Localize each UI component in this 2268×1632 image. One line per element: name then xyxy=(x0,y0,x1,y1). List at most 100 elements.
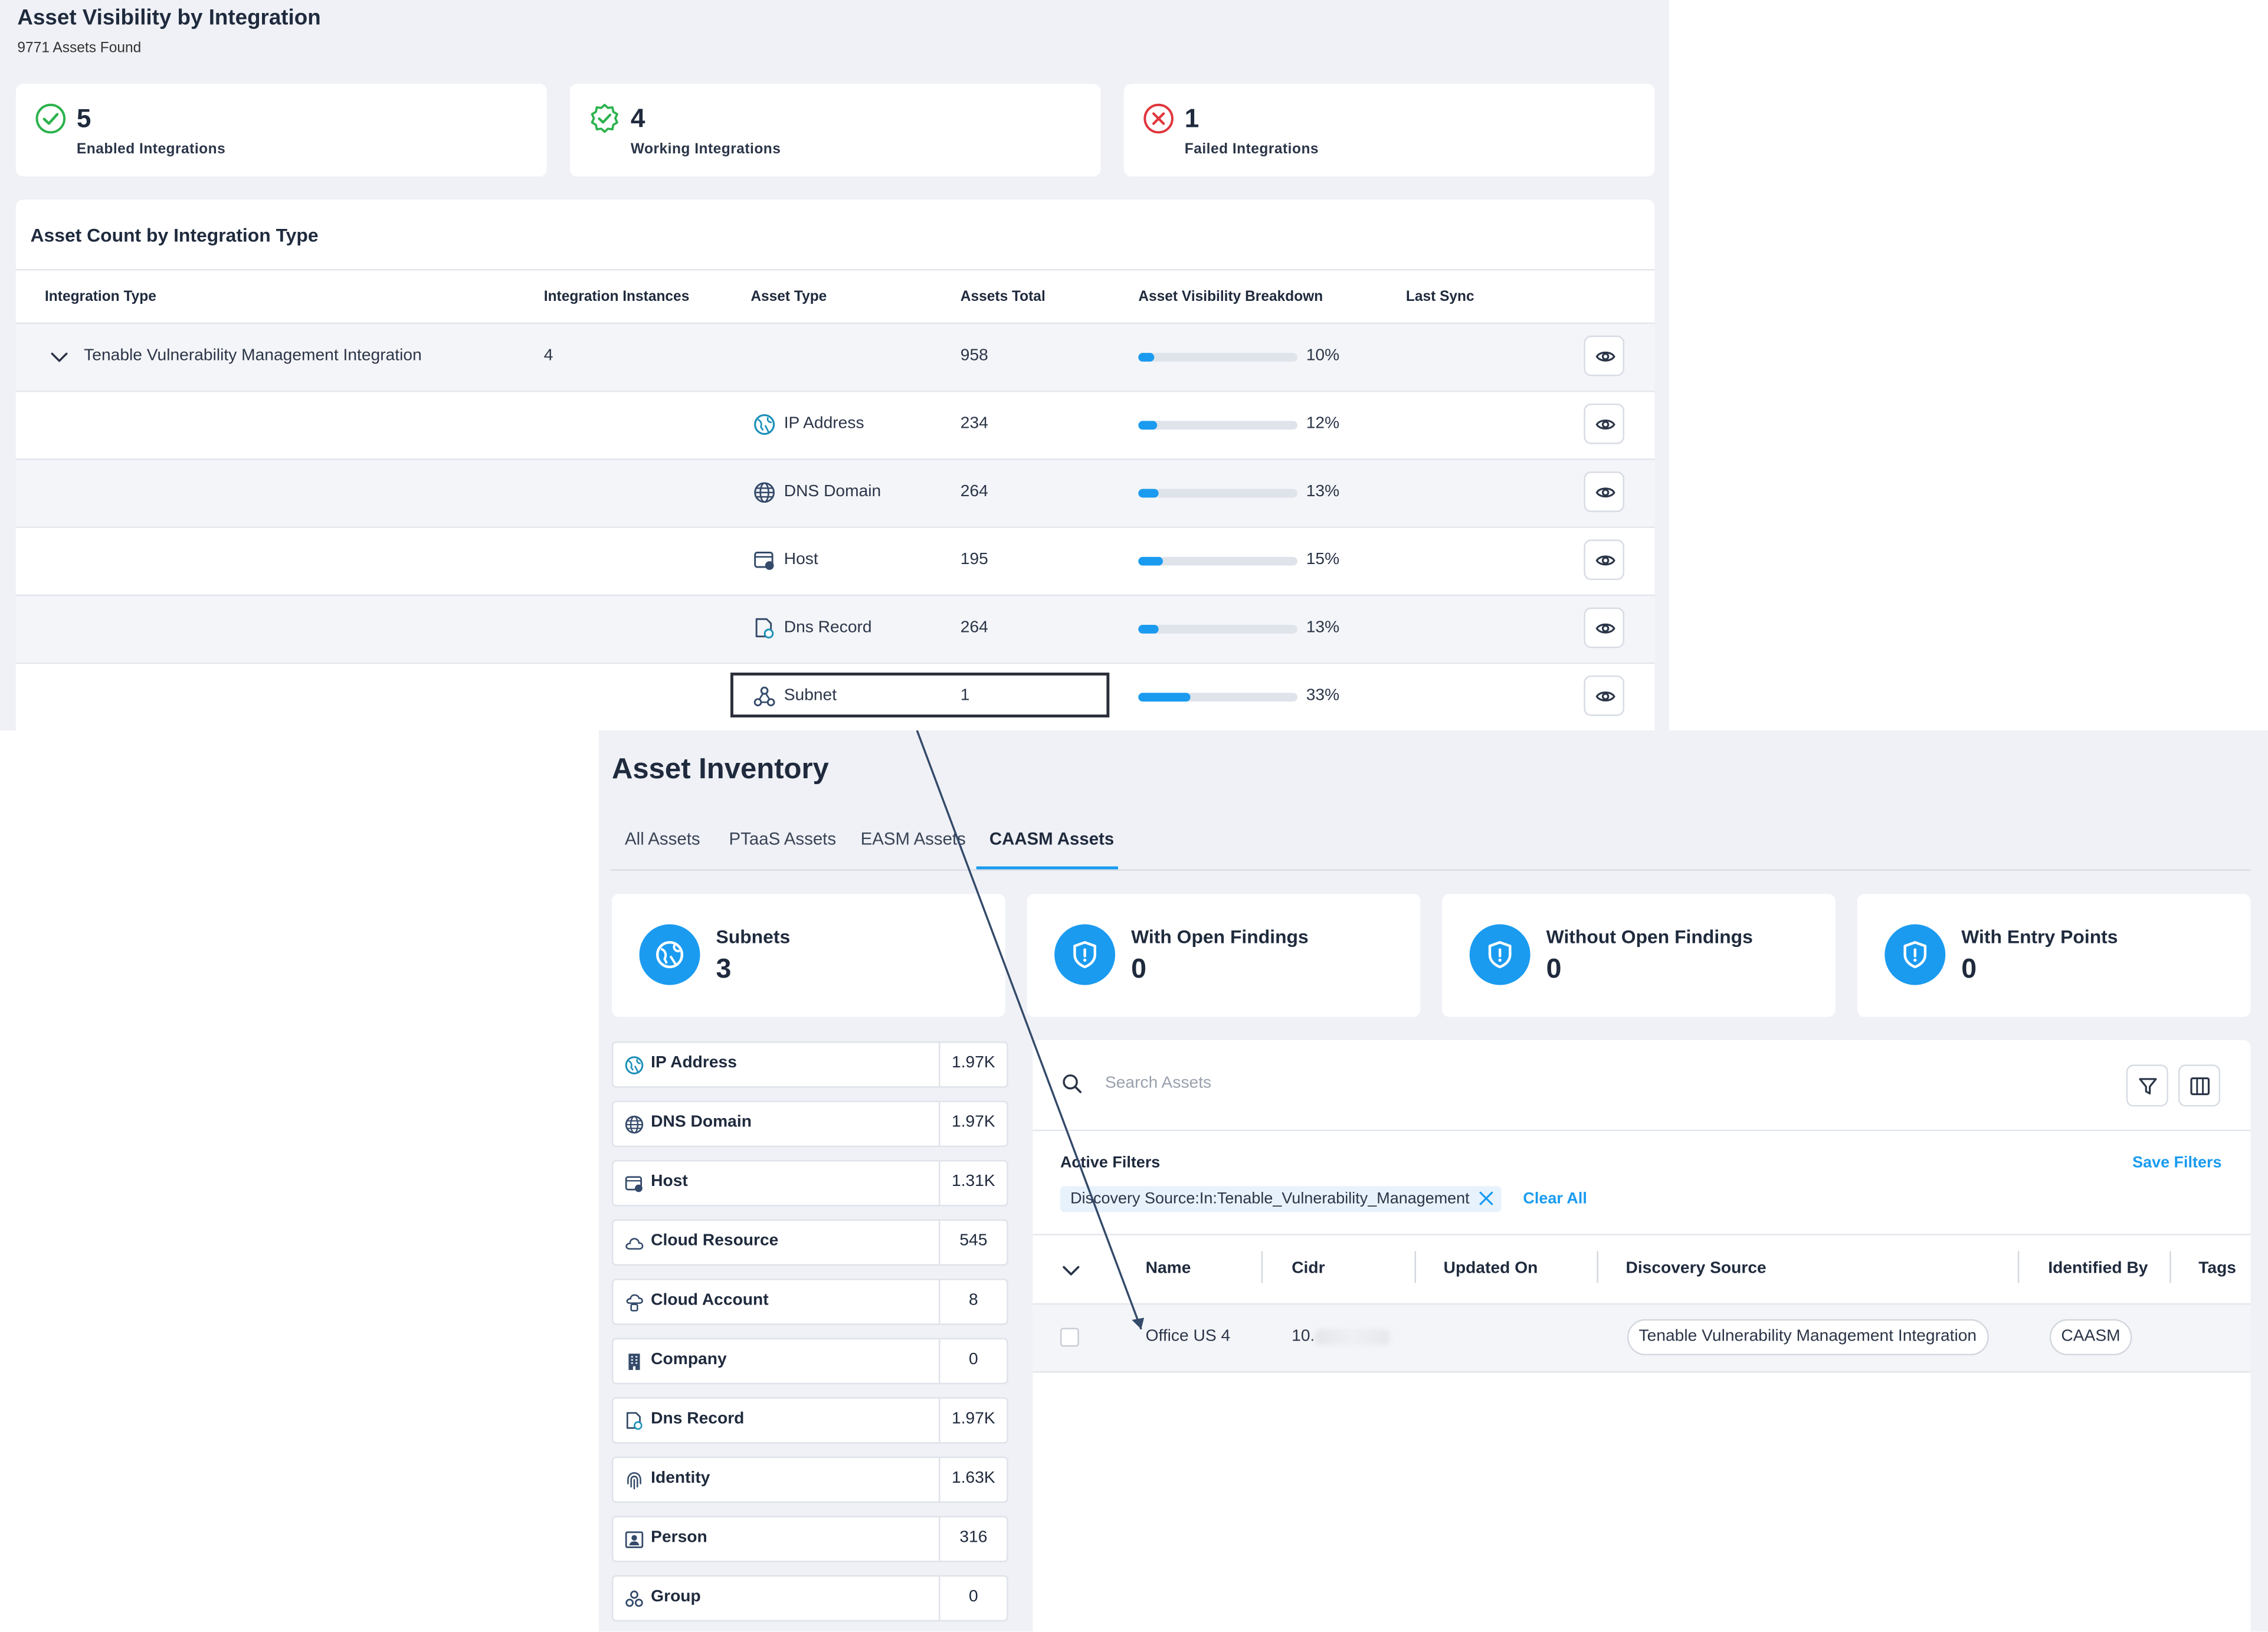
shield-alert-icon xyxy=(1488,940,1512,969)
assets-total: 234 xyxy=(960,415,988,432)
column-header-asset-type[interactable]: Asset Type xyxy=(750,289,827,305)
assets-total: 195 xyxy=(960,551,988,569)
subnets-kpi-card[interactable]: Subnets 3 xyxy=(611,894,1005,1017)
dns-domain-globe-icon xyxy=(625,1115,644,1134)
asset-type-label: Cloud Account xyxy=(651,1292,769,1309)
failed-x-circle-icon xyxy=(1143,103,1174,134)
column-header-updated-on[interactable]: Updated On xyxy=(1444,1260,1538,1277)
column-header-name[interactable]: Name xyxy=(1146,1260,1191,1277)
asset-type-label: Company xyxy=(651,1351,727,1369)
search-input[interactable] xyxy=(1104,1066,1828,1101)
stat-value: 4 xyxy=(630,104,645,133)
view-button[interactable] xyxy=(1584,539,1625,581)
table-row[interactable]: Host 195 15% xyxy=(15,526,1655,594)
dns-record-icon xyxy=(755,618,774,639)
filter-chip-label: Discovery Source:In:Tenable_Vulnerabilit… xyxy=(1070,1190,1470,1208)
close-icon[interactable] xyxy=(1478,1191,1494,1207)
column-header-tags[interactable]: Tags xyxy=(2198,1260,2236,1277)
view-button[interactable] xyxy=(1584,675,1625,716)
tab-easm-assets[interactable]: EASM Assets xyxy=(861,829,966,849)
clear-all-link[interactable]: Clear All xyxy=(1523,1191,1587,1208)
column-header-cidr[interactable]: Cidr xyxy=(1292,1260,1325,1277)
row-checkbox[interactable] xyxy=(1060,1328,1079,1347)
asset-type-item-ip-address[interactable]: IP Address 1.97K xyxy=(611,1041,1008,1088)
without-open-findings-kpi-card[interactable]: Without Open Findings 0 xyxy=(1442,894,1836,1017)
subnet-globe-icon xyxy=(656,940,684,969)
visibility-percent: 12% xyxy=(1306,415,1340,432)
kpi-label: Subnets xyxy=(716,925,791,948)
visibility-percent: 15% xyxy=(1306,551,1340,569)
eye-icon xyxy=(1595,420,1615,430)
view-button[interactable] xyxy=(1584,607,1625,648)
asset-type-item-dns-record[interactable]: Dns Record 1.97K xyxy=(611,1397,1008,1444)
columns-button[interactable] xyxy=(2178,1064,2221,1107)
view-button[interactable] xyxy=(1584,335,1625,376)
asset-type-item-person[interactable]: Person 316 xyxy=(611,1516,1008,1562)
filter-button[interactable] xyxy=(2126,1064,2168,1107)
entry-points-kpi-card[interactable]: With Entry Points 0 xyxy=(1857,894,2251,1017)
kpi-label: Without Open Findings xyxy=(1546,925,1753,948)
assets-total: 264 xyxy=(960,619,988,637)
asset-type-item-cloud-account[interactable]: Cloud Account 8 xyxy=(611,1279,1008,1325)
table-row[interactable]: Office US 4 10. Tenable Vulnerability Ma… xyxy=(1033,1303,2251,1373)
stat-label: Failed Integrations xyxy=(1184,142,1319,158)
subnet-highlight-box xyxy=(730,672,1110,717)
fingerprint-icon xyxy=(627,1472,641,1490)
open-findings-kpi-card[interactable]: With Open Findings 0 xyxy=(1027,894,1421,1017)
stat-label: Enabled Integrations xyxy=(76,142,226,158)
redacted-ip xyxy=(1315,1329,1390,1345)
column-header-last-sync[interactable]: Last Sync xyxy=(1406,289,1474,305)
page-title: Asset Inventory xyxy=(611,753,829,786)
chevron-down-icon[interactable] xyxy=(1061,1261,1080,1280)
asset-type-item-group[interactable]: Group 0 xyxy=(611,1575,1008,1622)
asset-name[interactable]: Office US 4 xyxy=(1146,1328,1231,1345)
filter-chip[interactable]: Discovery Source:In:Tenable_Vulnerabilit… xyxy=(1060,1186,1502,1212)
asset-inventory-panel: Asset Inventory All Assets PTaaS Assets … xyxy=(598,730,2268,1632)
tab-caasm-assets[interactable]: CAASM Assets xyxy=(989,829,1114,849)
table-row[interactable]: Dns Record 264 13% xyxy=(15,594,1655,663)
host-icon xyxy=(754,552,774,570)
search-icon xyxy=(1063,1074,1082,1093)
table-row[interactable]: IP Address 234 12% xyxy=(15,390,1655,458)
visibility-progress-bar xyxy=(1138,556,1297,566)
asset-type-item-host[interactable]: Host 1.31K xyxy=(611,1160,1008,1207)
assets-total: 264 xyxy=(960,483,988,501)
assets-total: 958 xyxy=(960,347,988,365)
asset-type-item-company[interactable]: Company 0 xyxy=(611,1338,1008,1385)
visibility-progress-bar xyxy=(1138,625,1297,634)
column-header-discovery-source[interactable]: Discovery Source xyxy=(1625,1260,1766,1277)
column-header-integration-instances[interactable]: Integration Instances xyxy=(544,289,690,305)
kpi-value: 0 xyxy=(1131,954,1147,985)
active-filters-title: Active Filters xyxy=(1060,1154,1161,1172)
discovery-source-pill: Tenable Vulnerability Management Integra… xyxy=(1627,1319,1988,1356)
column-header-visibility-breakdown[interactable]: Asset Visibility Breakdown xyxy=(1138,289,1323,305)
column-header-assets-total[interactable]: Assets Total xyxy=(961,289,1045,305)
save-filters-link[interactable]: Save Filters xyxy=(2132,1154,2221,1171)
view-button[interactable] xyxy=(1584,471,1625,512)
tab-all-assets[interactable]: All Assets xyxy=(625,829,700,849)
table-row[interactable]: DNS Domain 264 13% xyxy=(15,458,1655,527)
asset-type-label: IP Address xyxy=(784,415,864,432)
asset-type-label: Dns Record xyxy=(784,619,872,637)
chevron-down-icon[interactable] xyxy=(49,347,69,367)
asset-type-label: Cloud Resource xyxy=(651,1232,779,1250)
tab-ptaas-assets[interactable]: PTaaS Assets xyxy=(729,829,837,849)
asset-type-label: Dns Record xyxy=(651,1410,745,1428)
column-header-integration-type[interactable]: Integration Type xyxy=(45,289,156,305)
eye-icon xyxy=(1595,351,1615,362)
table-row-integration[interactable]: Tenable Vulnerability Management Integra… xyxy=(15,322,1655,391)
company-building-icon xyxy=(628,1354,640,1370)
asset-type-label: Identity xyxy=(651,1469,710,1487)
asset-type-count: 1.63K xyxy=(952,1469,995,1487)
asset-type-item-cloud-resource[interactable]: Cloud Resource 545 xyxy=(611,1219,1008,1266)
integration-instances: 4 xyxy=(543,347,553,365)
asset-type-item-identity[interactable]: Identity 1.63K xyxy=(611,1456,1008,1503)
view-button[interactable] xyxy=(1584,403,1625,444)
visibility-percent: 13% xyxy=(1306,483,1340,501)
asset-type-label: IP Address xyxy=(651,1054,737,1072)
asset-type-item-dns-domain[interactable]: DNS Domain 1.97K xyxy=(611,1100,1008,1148)
asset-type-count: 0 xyxy=(969,1351,978,1369)
person-id-icon xyxy=(625,1531,644,1548)
asset-type-count: 316 xyxy=(959,1529,988,1546)
column-header-identified-by[interactable]: Identified By xyxy=(2048,1260,2148,1277)
